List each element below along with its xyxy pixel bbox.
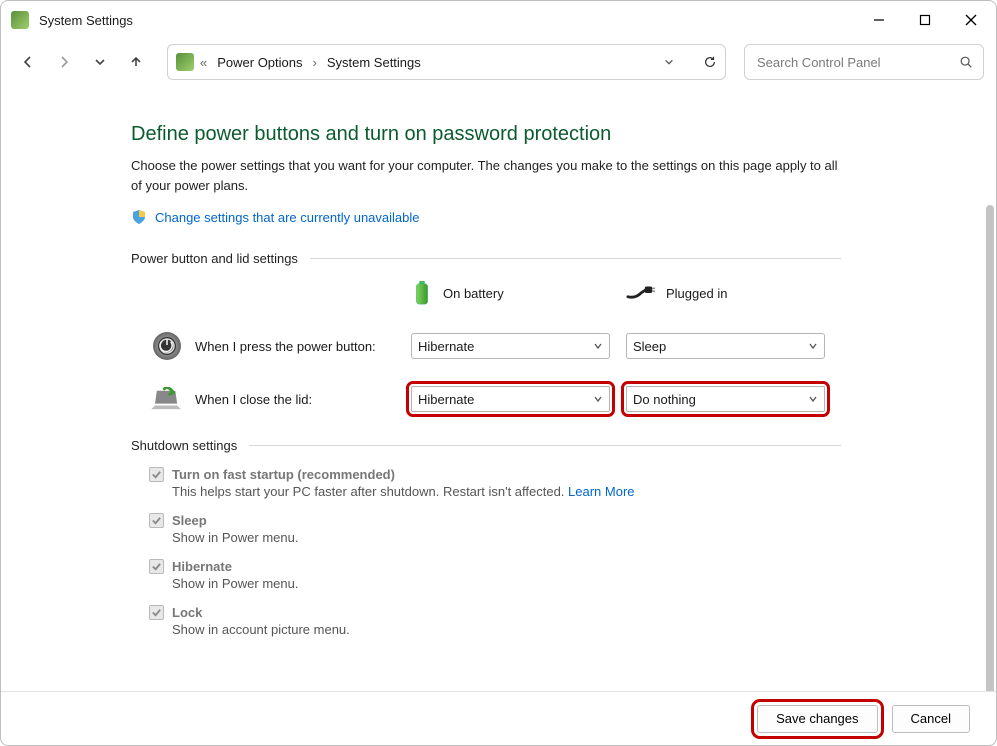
column-label: On battery [443,286,504,301]
uac-shield-icon [131,209,147,225]
save-button[interactable]: Save changes [757,705,877,733]
fast-startup-checkbox [149,467,164,482]
folder-icon [176,53,194,71]
page-description: Choose the power settings that you want … [131,156,841,195]
content-area: Define power buttons and turn on passwor… [1,85,996,691]
close-lid-plugged-dropdown[interactable]: Do nothing [626,386,825,412]
close-lid-battery-dropdown[interactable]: Hibernate [411,386,610,412]
change-unavailable-settings-link[interactable]: Change settings that are currently unava… [155,210,420,225]
back-arrow-icon [21,55,35,69]
option-sleep: Sleep Show in Power menu. [149,513,841,545]
chevron-right-icon: › [313,55,317,70]
grid-header: On battery Plugged in [151,280,841,306]
chevron-down-icon[interactable] [663,56,675,68]
laptop-lid-icon [151,387,183,411]
recent-button[interactable] [85,47,115,77]
learn-more-link[interactable]: Learn More [568,484,634,499]
chevron-down-icon [93,55,107,69]
app-icon [11,11,29,29]
address-bar[interactable]: « Power Options › System Settings [167,44,726,80]
refresh-icon[interactable] [703,55,717,69]
minimize-button[interactable] [856,4,902,36]
title-bar: System Settings [1,1,996,39]
toolbar: « Power Options › System Settings [1,39,996,85]
window-title: System Settings [39,13,133,28]
chevron-down-icon [808,394,818,404]
row-label: When I press the power button: [195,339,411,354]
option-description: Show in account picture menu. [172,622,841,637]
cancel-button[interactable]: Cancel [892,705,970,733]
row-label: When I close the lid: [195,392,411,407]
minimize-icon [873,14,885,26]
dropdown-value: Hibernate [418,339,474,354]
power-button-plugged-dropdown[interactable]: Sleep [626,333,825,359]
admin-link-row: Change settings that are currently unava… [131,209,841,225]
dropdown-value: Hibernate [418,392,474,407]
battery-icon [411,280,433,306]
option-fast-startup: Turn on fast startup (recommended) This … [149,467,841,499]
section-label-text: Shutdown settings [131,438,237,453]
page-title: Define power buttons and turn on passwor… [131,123,841,146]
power-button-battery-dropdown[interactable]: Hibernate [411,333,610,359]
maximize-button[interactable] [902,4,948,36]
option-title: Turn on fast startup (recommended) [172,467,395,482]
footer: Save changes Cancel [1,691,996,745]
row-close-lid: When I close the lid: Hibernate Do nothi… [151,380,841,430]
search-icon [959,55,973,69]
chevron-down-icon [808,341,818,351]
search-box[interactable] [744,44,984,80]
column-plugged-in: Plugged in [626,285,841,301]
column-label: Plugged in [666,286,727,301]
option-description: This helps start your PC faster after sh… [172,484,841,499]
shutdown-settings: Turn on fast startup (recommended) This … [149,467,841,637]
close-icon [964,13,978,27]
forward-button[interactable] [49,47,79,77]
back-button[interactable] [13,47,43,77]
search-input[interactable] [755,54,959,71]
maximize-icon [919,14,931,26]
dropdown-value: Do nothing [633,392,696,407]
row-power-button: When I press the power button: Hibernate… [151,324,841,380]
divider [310,258,841,259]
scrollbar[interactable] [986,205,994,691]
chevron-down-icon [593,394,603,404]
plug-icon [626,285,656,301]
power-grid: On battery Plugged in [151,280,841,430]
lock-checkbox [149,605,164,620]
breadcrumb-item-power-options[interactable]: Power Options [213,53,306,72]
divider [249,445,841,446]
hibernate-checkbox [149,559,164,574]
close-button[interactable] [948,4,994,36]
breadcrumb-item-system-settings[interactable]: System Settings [323,53,425,72]
section-power-lid: Power button and lid settings [131,251,841,266]
up-button[interactable] [121,47,151,77]
option-hibernate: Hibernate Show in Power menu. [149,559,841,591]
option-description: Show in Power menu. [172,576,841,591]
option-title: Sleep [172,513,207,528]
up-arrow-icon [129,55,143,69]
power-button-icon [151,330,183,362]
option-lock: Lock Show in account picture menu. [149,605,841,637]
desc-text: This helps start your PC faster after sh… [172,484,568,499]
option-title: Lock [172,605,202,620]
dropdown-value: Sleep [633,339,666,354]
column-on-battery: On battery [411,280,626,306]
option-title: Hibernate [172,559,232,574]
forward-arrow-icon [57,55,71,69]
breadcrumb-prefix: « [200,55,207,70]
section-shutdown: Shutdown settings [131,438,841,453]
chevron-down-icon [593,341,603,351]
section-label-text: Power button and lid settings [131,251,298,266]
sleep-checkbox [149,513,164,528]
option-description: Show in Power menu. [172,530,841,545]
window-frame: System Settings « Power Options › [0,0,997,746]
